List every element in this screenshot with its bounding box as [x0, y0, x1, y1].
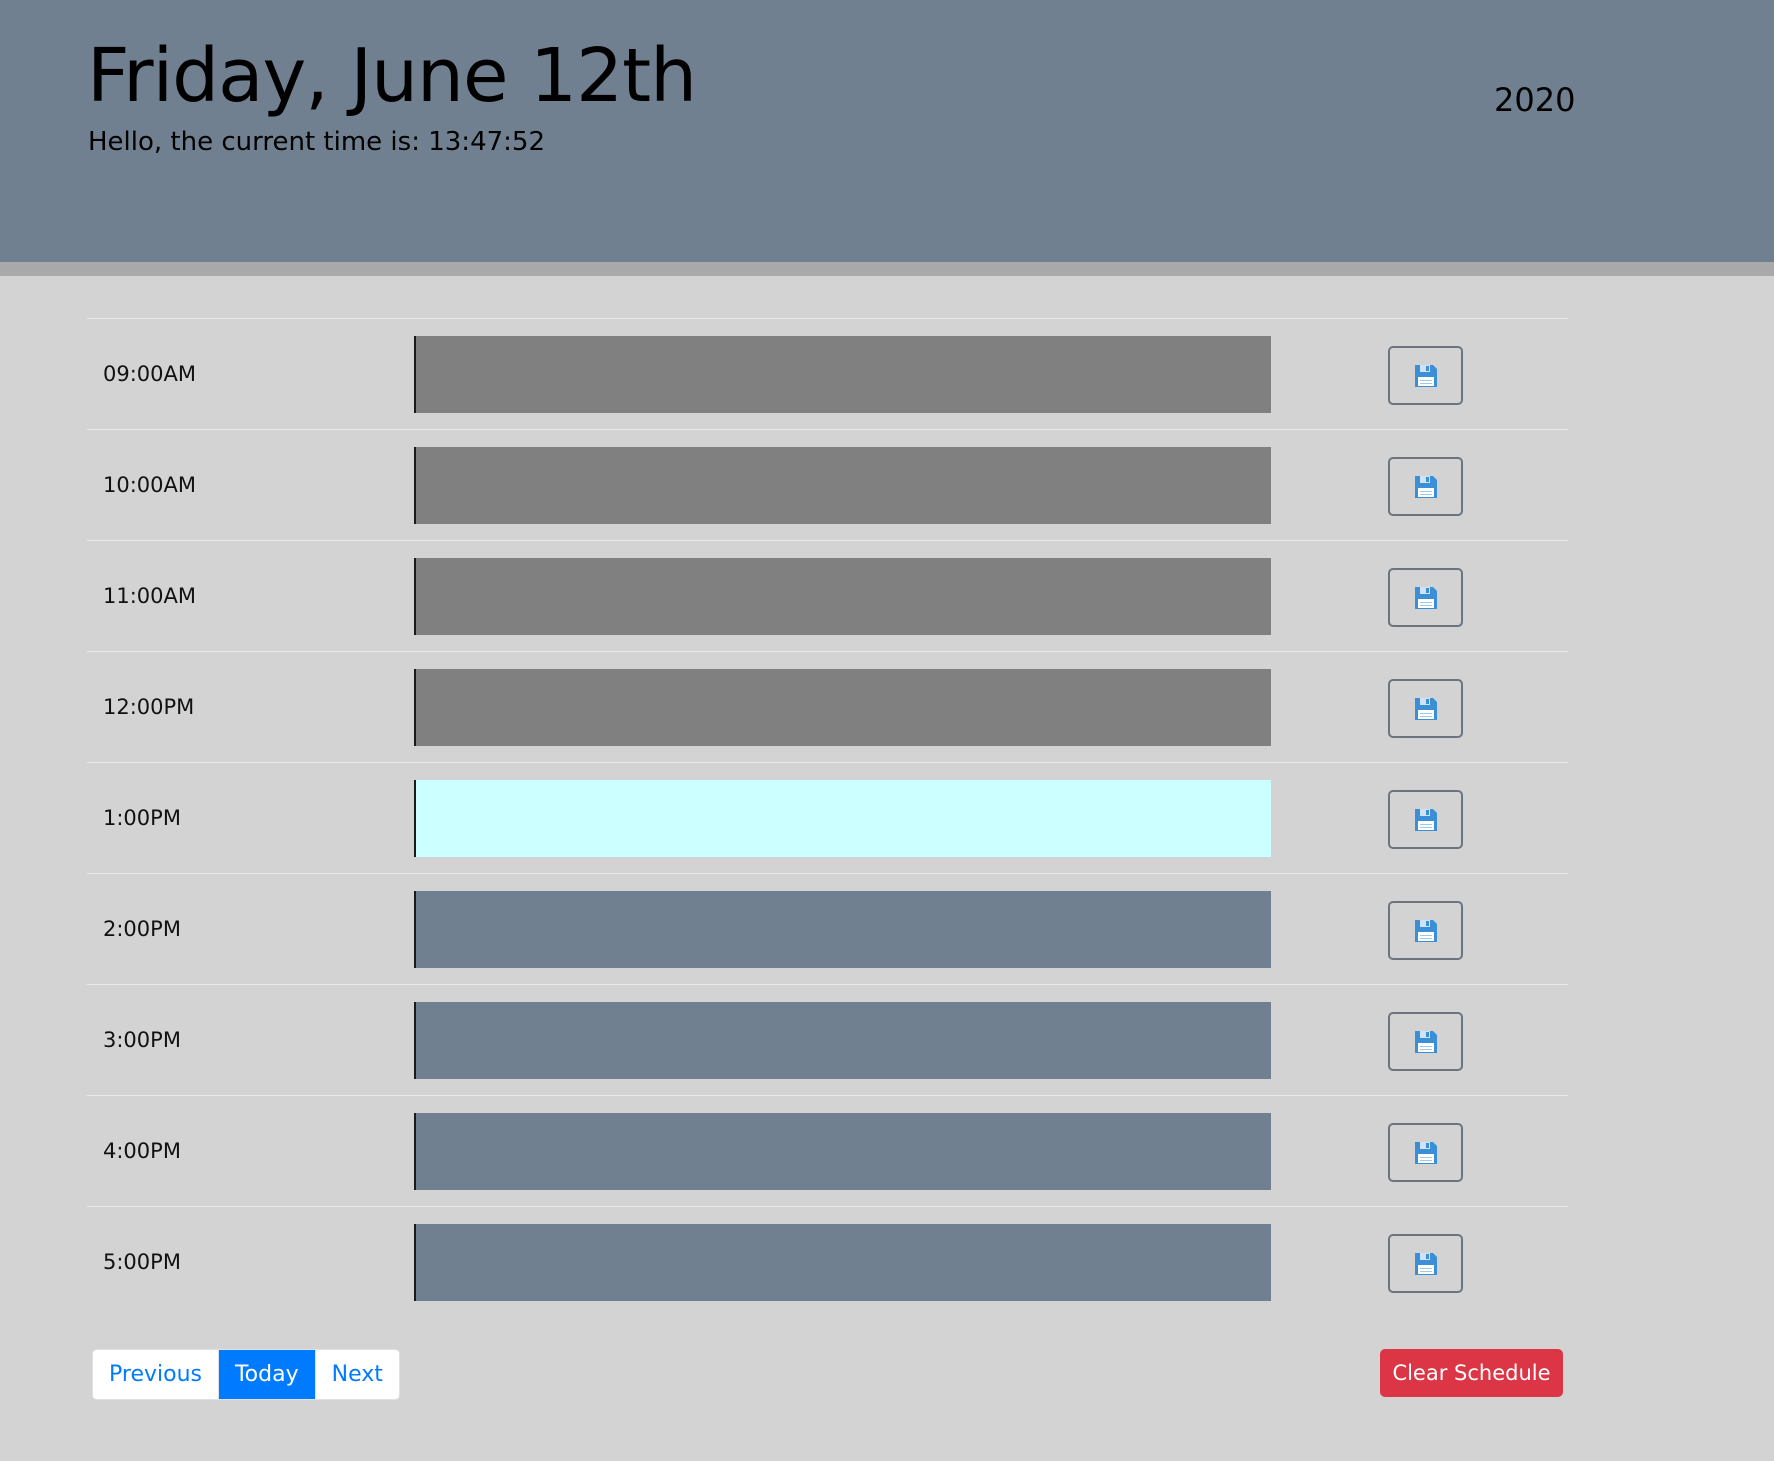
hour-label: 11:00AM — [103, 584, 197, 608]
floppy-disk-icon — [1412, 695, 1440, 723]
hour-label: 10:00AM — [103, 473, 197, 497]
day-pagination: Previous Today Next — [92, 1349, 400, 1400]
save-button[interactable] — [1388, 679, 1463, 738]
year-label: 2020 — [1494, 81, 1576, 119]
time-block-row: 10:00AM — [87, 429, 1568, 540]
event-input[interactable] — [414, 780, 1271, 857]
save-button[interactable] — [1388, 457, 1463, 516]
floppy-disk-icon — [1412, 362, 1440, 390]
floppy-disk-icon — [1412, 806, 1440, 834]
floppy-disk-icon — [1412, 1139, 1440, 1167]
hour-label: 4:00PM — [103, 1139, 181, 1163]
next-day-button[interactable]: Next — [314, 1350, 399, 1399]
floppy-disk-icon — [1412, 473, 1440, 501]
time-block-row: 2:00PM — [87, 873, 1568, 984]
event-input[interactable] — [414, 1002, 1271, 1079]
hour-label: 1:00PM — [103, 806, 181, 830]
save-button[interactable] — [1388, 790, 1463, 849]
hour-label: 09:00AM — [103, 362, 197, 386]
event-input[interactable] — [414, 558, 1271, 635]
hour-label: 12:00PM — [103, 695, 195, 719]
save-button[interactable] — [1388, 901, 1463, 960]
page-header: Friday, June 12th Hello, the current tim… — [0, 0, 1774, 276]
floppy-disk-icon — [1412, 1250, 1440, 1278]
save-button[interactable] — [1388, 1123, 1463, 1182]
hour-label: 3:00PM — [103, 1028, 181, 1052]
time-block-row: 1:00PM — [87, 762, 1568, 873]
previous-day-button[interactable]: Previous — [93, 1350, 218, 1399]
date-title: Friday, June 12th — [87, 33, 697, 119]
floppy-disk-icon — [1412, 1028, 1440, 1056]
event-input[interactable] — [414, 1113, 1271, 1190]
time-block-row: 5:00PM — [87, 1206, 1568, 1317]
current-time-text: Hello, the current time is: 13:47:52 — [88, 127, 545, 157]
save-button[interactable] — [1388, 1234, 1463, 1293]
time-block-row: 09:00AM — [87, 318, 1568, 429]
floppy-disk-icon — [1412, 917, 1440, 945]
today-button[interactable]: Today — [217, 1350, 315, 1399]
schedule-list: 09:00AM 10:00AM 11:00AM 12:00PM 1:00PM 2… — [87, 318, 1568, 1317]
event-input[interactable] — [414, 891, 1271, 968]
time-block-row: 4:00PM — [87, 1095, 1568, 1206]
hour-label: 5:00PM — [103, 1250, 181, 1274]
time-block-row: 12:00PM — [87, 651, 1568, 762]
event-input[interactable] — [414, 336, 1271, 413]
time-block-row: 11:00AM — [87, 540, 1568, 651]
save-button[interactable] — [1388, 568, 1463, 627]
event-input[interactable] — [414, 1224, 1271, 1301]
save-button[interactable] — [1388, 346, 1463, 405]
floppy-disk-icon — [1412, 584, 1440, 612]
save-button[interactable] — [1388, 1012, 1463, 1071]
event-input[interactable] — [414, 447, 1271, 524]
event-input[interactable] — [414, 669, 1271, 746]
hour-label: 2:00PM — [103, 917, 181, 941]
time-block-row: 3:00PM — [87, 984, 1568, 1095]
clear-schedule-button[interactable]: Clear Schedule — [1380, 1349, 1563, 1397]
